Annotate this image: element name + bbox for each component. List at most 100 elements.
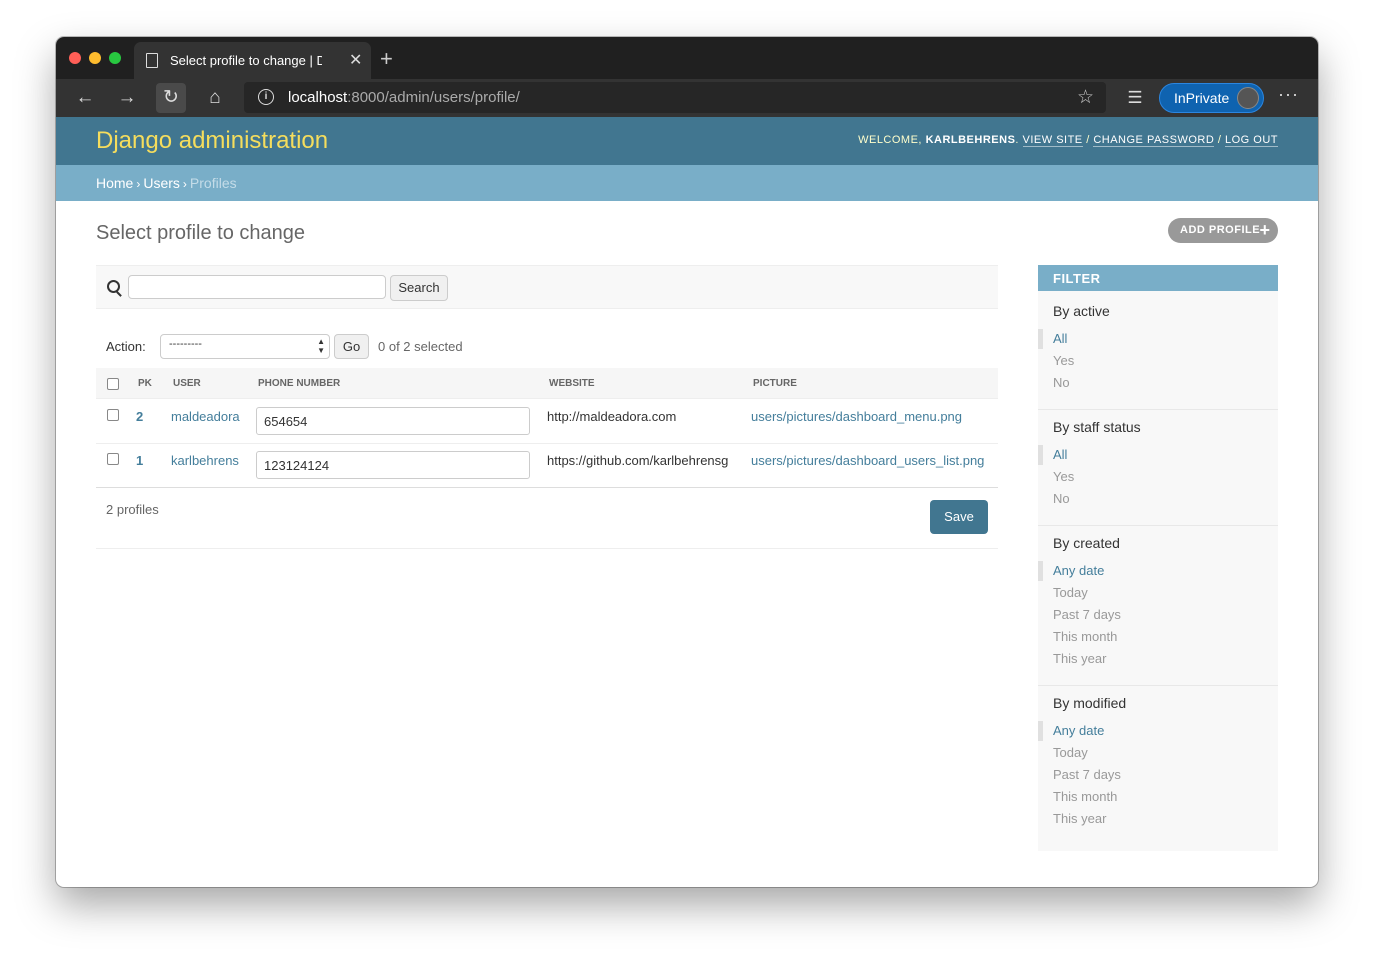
filter-group-modified: By modified Any date Today Past 7 days T… <box>1037 685 1278 851</box>
more-icon[interactable]: ··· <box>1278 84 1299 105</box>
search-button[interactable]: Search <box>390 275 448 301</box>
page-icon <box>146 53 158 68</box>
plus-icon: + <box>1259 220 1270 240</box>
filter-group-title: By staff status <box>1053 419 1141 435</box>
column-picture[interactable]: PICTURE <box>753 378 797 389</box>
filter-group-title: By modified <box>1053 695 1127 711</box>
filter-item[interactable]: Today <box>1053 585 1088 600</box>
save-button[interactable]: Save <box>930 500 988 534</box>
home-icon[interactable]: ⌂ <box>200 83 230 113</box>
add-profile-label: ADD PROFILE <box>1180 224 1261 236</box>
breadcrumb-home[interactable]: Home <box>96 175 133 191</box>
tab-title: Select profile to change | Django <box>170 53 322 68</box>
star-icon[interactable]: ☆ <box>1077 86 1094 109</box>
column-user[interactable]: USER <box>173 378 201 389</box>
filter-item[interactable]: No <box>1053 491 1070 506</box>
inprivate-label: InPrivate <box>1174 90 1230 106</box>
filter-item[interactable]: This month <box>1053 789 1117 804</box>
selection-counter: 0 of 2 selected <box>378 339 463 354</box>
view-site-link[interactable]: View site <box>1022 134 1083 147</box>
url-host: localhost <box>288 89 348 106</box>
row-checkbox[interactable] <box>107 453 119 465</box>
log-out-link[interactable]: Log out <box>1224 134 1278 147</box>
breadcrumb-current: Profiles <box>189 175 237 191</box>
filter-group-active: By active All Yes No <box>1037 291 1278 410</box>
row-user-link[interactable]: maldeadora <box>171 409 240 424</box>
filter-group-staff-status: By staff status All Yes No <box>1037 409 1278 526</box>
table-row: 1 karlbehrens 123124124 https://github.c… <box>96 443 998 488</box>
search-input[interactable] <box>128 275 386 299</box>
filter-group-title: By created <box>1053 535 1120 551</box>
avatar <box>1237 87 1259 109</box>
actions-bar: Action: --------- ▲ ▼ Go 0 of 2 selected <box>96 331 998 363</box>
filter-item[interactable]: This month <box>1053 629 1117 644</box>
phone-number-input[interactable]: 654654 <box>256 407 530 435</box>
filter-item[interactable]: All <box>1037 329 1067 349</box>
filter-item[interactable]: This year <box>1053 811 1106 826</box>
filter-item[interactable]: Any date <box>1037 721 1104 741</box>
username: karlbehrens <box>925 134 1016 146</box>
welcome-text: Welcome, <box>858 134 922 146</box>
filter-item[interactable]: Past 7 days <box>1053 767 1121 782</box>
add-profile-button[interactable]: ADD PROFILE + <box>1168 218 1278 243</box>
reload-icon[interactable]: ↻ <box>156 83 186 113</box>
browser-toolbar: ← → ↻ ⌂ i localhost:8000/admin/users/pro… <box>56 79 1318 117</box>
select-arrows-icon: ▲ ▼ <box>317 337 325 355</box>
url-text: localhost:8000/admin/users/profile/ <box>288 89 520 106</box>
column-phone[interactable]: PHONE NUMBER <box>258 378 340 389</box>
favorites-icon[interactable]: ☰ <box>1120 83 1150 113</box>
go-button[interactable]: Go <box>334 334 369 359</box>
phone-number-input[interactable]: 123124124 <box>256 451 530 479</box>
action-select[interactable]: --------- ▲ ▼ <box>160 334 330 359</box>
row-pk-link[interactable]: 1 <box>136 453 143 468</box>
filter-item[interactable]: This year <box>1053 651 1106 666</box>
filter-item[interactable]: Today <box>1053 745 1088 760</box>
filter-item[interactable]: Past 7 days <box>1053 607 1121 622</box>
breadcrumb-users[interactable]: Users <box>143 175 180 191</box>
filter-item[interactable]: Any date <box>1037 561 1104 581</box>
row-website: https://github.com/karlbehrensg <box>547 453 729 468</box>
close-window-button[interactable] <box>69 52 81 64</box>
filter-title: FILTER <box>1053 271 1101 286</box>
maximize-window-button[interactable] <box>109 52 121 64</box>
select-all-checkbox[interactable] <box>107 378 119 390</box>
title-bar: Select profile to change | Django ✕ + <box>56 37 1318 79</box>
column-website[interactable]: WEBSITE <box>549 378 595 389</box>
address-bar[interactable]: i localhost:8000/admin/users/profile/ ☆ <box>244 82 1106 113</box>
phone-number-value: 654654 <box>264 414 308 429</box>
minimize-window-button[interactable] <box>89 52 101 64</box>
search-bar: Search <box>96 265 998 309</box>
inprivate-button[interactable]: InPrivate <box>1159 83 1264 113</box>
search-icon <box>107 280 120 293</box>
row-pk-link[interactable]: 2 <box>136 409 143 424</box>
site-header: Django administration Welcome, karlbehre… <box>56 117 1318 165</box>
row-user-link[interactable]: karlbehrens <box>171 453 239 468</box>
row-picture-link[interactable]: users/pictures/dashboard_menu.png <box>751 409 962 424</box>
row-checkbox[interactable] <box>107 409 119 421</box>
back-icon[interactable]: ← <box>70 83 100 113</box>
site-branding[interactable]: Django administration <box>96 127 328 155</box>
browser-window: Select profile to change | Django ✕ + ← … <box>56 37 1318 887</box>
close-tab-icon[interactable]: ✕ <box>349 50 362 70</box>
info-icon[interactable]: i <box>258 89 274 105</box>
filter-item[interactable]: Yes <box>1053 353 1074 368</box>
phone-number-value: 123124124 <box>264 458 330 473</box>
user-tools: Welcome, karlbehrens. View site / Change… <box>858 134 1278 147</box>
filter-item[interactable]: No <box>1053 375 1070 390</box>
filter-sidebar: FILTER By active All Yes No By staff sta… <box>1037 265 1278 851</box>
change-password-link[interactable]: Change password <box>1093 134 1215 147</box>
results-footer: 2 profiles Save <box>96 487 998 549</box>
filter-item[interactable]: All <box>1037 445 1067 465</box>
filter-item[interactable]: Yes <box>1053 469 1074 484</box>
column-pk[interactable]: PK <box>138 378 152 389</box>
action-select-value: --------- <box>169 338 202 350</box>
breadcrumb: Home › Users › Profiles <box>56 165 1318 201</box>
new-tab-icon[interactable]: + <box>380 46 393 72</box>
table-row: 2 maldeadora 654654 http://maldeadora.co… <box>96 399 998 444</box>
browser-tab[interactable]: Select profile to change | Django ✕ <box>134 42 371 79</box>
page-title: Select profile to change <box>96 222 306 244</box>
forward-icon[interactable]: → <box>112 83 142 113</box>
action-label: Action: <box>106 339 146 354</box>
row-picture-link[interactable]: users/pictures/dashboard_users_list.png <box>751 453 984 468</box>
paginator: 2 profiles <box>106 502 159 517</box>
